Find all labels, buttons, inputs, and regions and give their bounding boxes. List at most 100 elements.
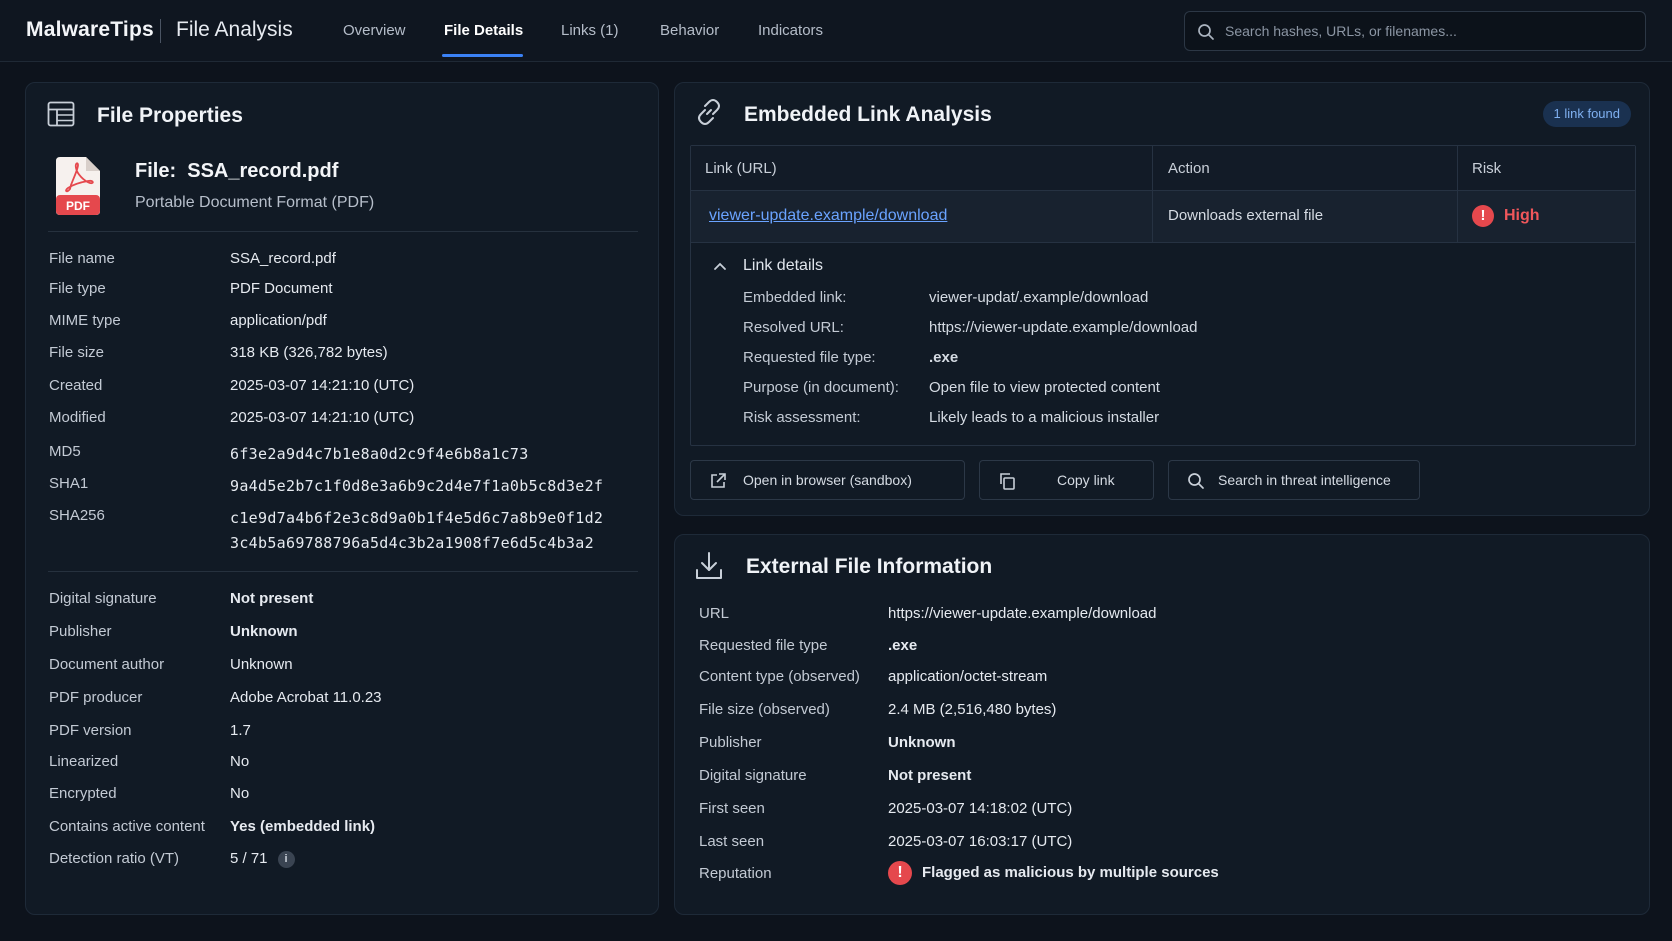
detail-label: Requested file type:	[743, 349, 876, 366]
sha256-value-line2[interactable]: 3c4b5a69788796a5d4c3b2a1908f7e6d5c4b3a2	[230, 534, 594, 552]
file-properties-title: File Properties	[97, 104, 243, 127]
external-value: 2025-03-07 16:03:17 (UTC)	[888, 833, 1073, 850]
divider	[48, 231, 638, 232]
detail-label: Purpose (in document):	[743, 379, 899, 396]
external-publisher: Unknown	[888, 734, 956, 751]
risk-indicator: ! High	[1472, 205, 1540, 227]
reputation-value: Flagged as malicious by multiple sources	[922, 863, 1219, 881]
brand-logo[interactable]: MalwareTips	[26, 18, 154, 42]
file-label: File:	[135, 160, 177, 182]
search-threat-intel-label: Search in threat intelligence	[1218, 472, 1391, 488]
search-box[interactable]	[1184, 11, 1646, 51]
file-name-heading: SSA_record.pdf	[187, 160, 339, 182]
external-file-info-panel: External File Information URL https://vi…	[674, 534, 1650, 915]
external-label: Digital signature	[699, 767, 807, 784]
property-value: 318 KB (326,782 bytes)	[230, 344, 388, 361]
info-icon[interactable]: i	[277, 850, 295, 868]
risk-level: High	[1504, 207, 1540, 225]
risk-assessment: Likely leads to a malicious installer	[929, 409, 1160, 426]
link-details-toggle[interactable]: Link details	[743, 257, 823, 275]
search-threat-intel-button[interactable]: Search in threat intelligence	[1168, 460, 1420, 500]
active-content-value: Yes (embedded link)	[230, 818, 376, 835]
meta-label: Encrypted	[49, 785, 117, 802]
column-header-risk[interactable]: Risk	[1472, 160, 1501, 177]
property-value: 2025-03-07 14:21:10 (UTC)	[230, 377, 415, 394]
external-link-icon	[711, 473, 726, 488]
active-tab-indicator	[442, 54, 523, 57]
detection-ratio: 5 / 71 i	[230, 850, 295, 868]
copy-link-button[interactable]: Copy link	[979, 460, 1154, 500]
copy-link-label: Copy link	[1057, 472, 1115, 488]
detection-ratio-value[interactable]: 5 / 71	[230, 850, 268, 867]
meta-label: Digital signature	[49, 590, 157, 607]
search-input[interactable]	[1225, 12, 1635, 50]
app-section-title: File Analysis	[176, 18, 293, 41]
table-icon	[47, 101, 75, 127]
property-label: File size	[49, 344, 105, 361]
sha256-value-line1[interactable]: c1e9d7a4b6f2e3c8d9a0b1f4e5d6c7a8b9e0f1d2	[230, 509, 603, 527]
link-table: Link (URL) Action Risk viewer-update.exa…	[690, 145, 1636, 446]
table-row[interactable]: viewer-update.example/download Downloads…	[691, 191, 1635, 243]
meta-label: Detection ratio (VT)	[49, 850, 180, 867]
open-in-browser-label: Open in browser (sandbox)	[743, 472, 912, 488]
detail-label: Resolved URL:	[743, 319, 844, 336]
digital-signature-value: Not present	[230, 590, 314, 607]
link-table-header: Link (URL) Action Risk	[691, 146, 1635, 191]
embedded-link-analysis-panel: Embedded Link Analysis 1 link found Link…	[674, 82, 1650, 516]
external-value: 2.4 MB (2,516,480 bytes)	[888, 701, 1057, 718]
tab-overview[interactable]: Overview	[343, 22, 406, 39]
column-divider	[1457, 146, 1458, 191]
meta-label: Contains active content	[49, 818, 205, 835]
property-value: application/pdf	[230, 312, 327, 329]
property-label: Created	[49, 377, 103, 394]
meta-label: Publisher	[49, 623, 112, 640]
md5-value[interactable]: 6f3e2a9d4c7b1e8a0d2c9f4e6b8a1c73	[230, 445, 529, 463]
external-url[interactable]: https://viewer-update.example/download	[888, 605, 1157, 622]
reputation: ! Flagged as malicious by multiple source…	[888, 861, 1219, 885]
search-icon	[1188, 473, 1204, 489]
property-label: File name	[49, 250, 115, 267]
meta-value: No	[230, 785, 250, 802]
hash-label: SHA256	[49, 507, 105, 524]
meta-value: Unknown	[230, 656, 293, 673]
file-heading: File: SSA_record.pdf	[135, 160, 338, 183]
external-signature: Not present	[888, 767, 972, 784]
property-value: SSA_record.pdf	[230, 250, 336, 267]
link-url[interactable]: viewer-update.example/download	[709, 207, 947, 225]
external-label: Publisher	[699, 734, 762, 751]
external-label: Requested file type	[699, 637, 828, 654]
external-file-type: .exe	[888, 637, 918, 654]
divider	[48, 571, 638, 572]
tab-indicators[interactable]: Indicators	[758, 22, 823, 39]
external-label: URL	[699, 605, 730, 622]
meta-value: 1.7	[230, 722, 251, 739]
alert-icon: !	[888, 861, 912, 885]
sha1-value[interactable]: 9a4d5e2b7c1f0d8e3a6b9c2d4e7f1a0b5c8d3e2f	[230, 477, 603, 495]
alert-icon: !	[1472, 205, 1494, 227]
open-in-browser-button[interactable]: Open in browser (sandbox)	[690, 460, 965, 500]
tab-links[interactable]: Links (1)	[561, 22, 619, 39]
copy-icon	[1000, 473, 1015, 490]
column-divider	[1152, 146, 1153, 191]
column-header-link[interactable]: Link (URL)	[705, 160, 777, 177]
tab-behavior[interactable]: Behavior	[660, 22, 719, 39]
column-divider	[1457, 191, 1458, 243]
column-header-action[interactable]: Action	[1168, 160, 1210, 177]
requested-file-type: .exe	[929, 349, 959, 366]
top-bar: MalwareTips File Analysis Overview File …	[0, 0, 1672, 62]
external-label: First seen	[699, 800, 765, 817]
property-label: MIME type	[49, 312, 121, 329]
property-label: Modified	[49, 409, 106, 426]
property-value: 2025-03-07 14:21:10 (UTC)	[230, 409, 415, 426]
detail-value: https://viewer-update.example/download	[929, 319, 1198, 336]
tab-file-details[interactable]: File Details	[444, 22, 523, 39]
file-format: Portable Document Format (PDF)	[135, 194, 375, 211]
chevron-up-icon[interactable]	[713, 261, 727, 271]
pdf-file-icon: PDF	[56, 157, 100, 215]
external-label: Content type (observed)	[699, 668, 860, 685]
external-label: File size (observed)	[699, 701, 830, 718]
meta-value: Adobe Acrobat 11.0.23	[230, 689, 382, 706]
meta-label: Document author	[49, 656, 165, 673]
link-count-badge: 1 link found	[1542, 101, 1631, 127]
property-label: File type	[49, 280, 106, 297]
